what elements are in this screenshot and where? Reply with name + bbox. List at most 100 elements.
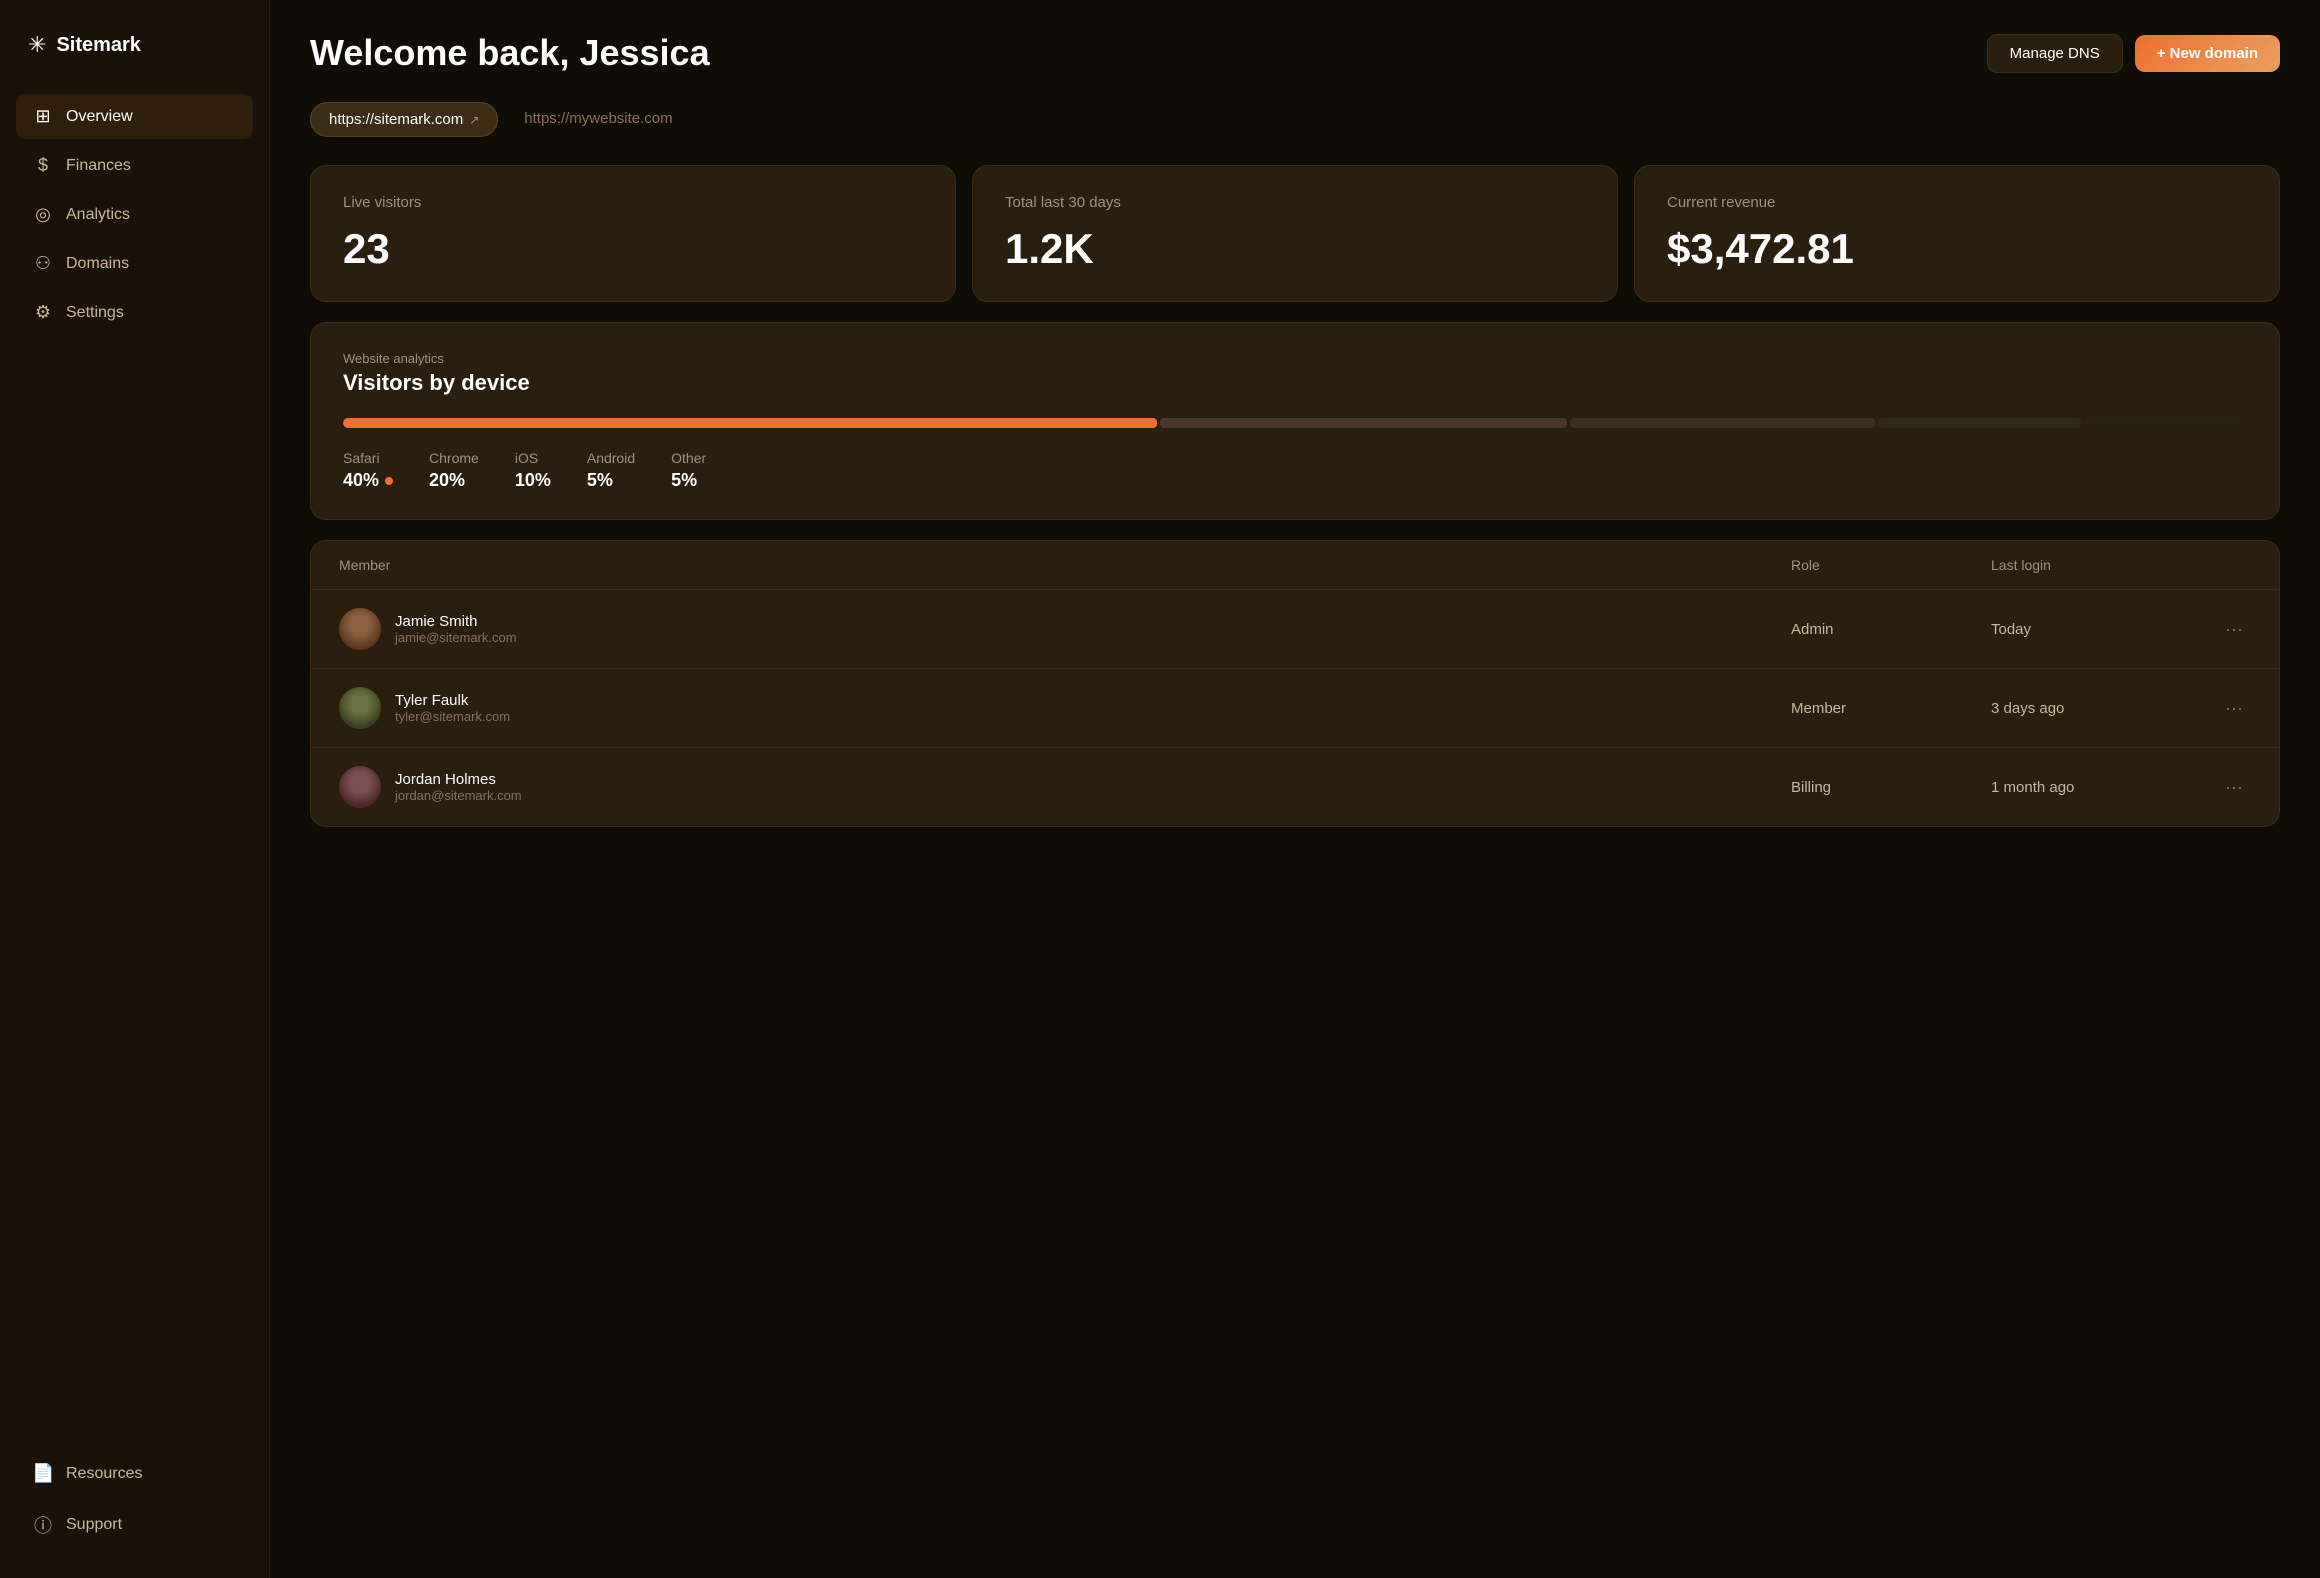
member-more-button-tyler[interactable]: ··· — [2217, 694, 2251, 723]
col-last-login: Last login — [1991, 557, 2191, 573]
member-more-button-jamie[interactable]: ··· — [2217, 615, 2251, 644]
avatar-tyler — [339, 687, 381, 729]
page-title: Welcome back, Jessica — [310, 32, 710, 74]
col-actions — [2191, 557, 2251, 573]
member-name-jordan: Jordan Holmes — [395, 771, 522, 788]
device-label-ios: iOS 10% — [515, 450, 551, 491]
sidebar-label-domains: Domains — [66, 255, 129, 273]
sidebar-item-analytics[interactable]: ◎ Analytics — [16, 192, 253, 237]
sidebar-label-support: Support — [66, 1516, 122, 1534]
member-more-button-jordan[interactable]: ··· — [2217, 773, 2251, 802]
member-name-jamie: Jamie Smith — [395, 613, 517, 630]
avatar-jamie — [339, 608, 381, 650]
live-visitors-value: 23 — [343, 225, 923, 273]
sidebar-item-resources[interactable]: 📄 Resources — [16, 1451, 253, 1496]
live-visitors-label: Live visitors — [343, 194, 923, 211]
sidebar: ✳ Sitemark ⊞ Overview $ Finances ◎ Analy… — [0, 0, 270, 1578]
member-email-tyler: tyler@sitemark.com — [395, 709, 510, 724]
member-info-tyler: Tyler Faulktyler@sitemark.com — [339, 687, 1791, 729]
member-last-login-jordan: 1 month ago — [1991, 779, 2191, 796]
stat-total-30-days: Total last 30 days 1.2K — [972, 165, 1618, 302]
device-label-android: Android 5% — [587, 450, 635, 491]
domain-tabs: https://sitemark.com ↗ https://mywebsite… — [310, 102, 2280, 137]
member-role-jamie: Admin — [1791, 621, 1991, 638]
external-link-icon: ↗ — [469, 113, 479, 127]
progress-segment-other — [2084, 418, 2247, 428]
current-revenue-label: Current revenue — [1667, 194, 2247, 211]
progress-segment-android — [1878, 418, 2081, 428]
device-progress-bar — [343, 418, 2247, 428]
progress-segment-ios — [1570, 418, 1875, 428]
sidebar-label-overview: Overview — [66, 108, 133, 126]
member-email-jordan: jordan@sitemark.com — [395, 788, 522, 803]
device-label-name-chrome: Chrome — [429, 450, 479, 466]
member-text-jamie: Jamie Smithjamie@sitemark.com — [395, 613, 517, 645]
member-text-tyler: Tyler Faulktyler@sitemark.com — [395, 692, 510, 724]
sidebar-item-domains[interactable]: ⚇ Domains — [16, 241, 253, 286]
sidebar-label-resources: Resources — [66, 1465, 142, 1483]
overview-icon: ⊞ — [32, 106, 54, 127]
progress-segment-chrome — [1160, 418, 1567, 428]
member-info-jamie: Jamie Smithjamie@sitemark.com — [339, 608, 1791, 650]
device-label-chrome: Chrome 20% — [429, 450, 479, 491]
sidebar-item-overview[interactable]: ⊞ Overview — [16, 94, 253, 139]
total-30-days-label: Total last 30 days — [1005, 194, 1585, 211]
member-role-tyler: Member — [1791, 700, 1991, 717]
col-member: Member — [339, 557, 1791, 573]
device-label-name-android: Android — [587, 450, 635, 466]
domains-icon: ⚇ — [32, 253, 54, 274]
total-30-days-value: 1.2K — [1005, 225, 1585, 273]
device-label-value-android: 5% — [587, 470, 635, 491]
domain-tab-mywebsite-label: https://mywebsite.com — [524, 110, 672, 127]
logo-text: Sitemark — [56, 34, 141, 57]
safari-dot-icon — [385, 477, 393, 485]
sidebar-item-settings[interactable]: ⚙ Settings — [16, 290, 253, 335]
member-role-jordan: Billing — [1791, 779, 1991, 796]
table-header: Member Role Last login — [311, 541, 2279, 590]
domain-tab-sitemark-label: https://sitemark.com — [329, 111, 463, 128]
new-domain-button[interactable]: + New domain — [2135, 35, 2280, 72]
main-content: Welcome back, Jessica Manage DNS + New d… — [270, 0, 2320, 1578]
sidebar-label-finances: Finances — [66, 157, 131, 175]
device-label-safari: Safari40% — [343, 450, 393, 491]
table-row-jordan: Jordan Holmesjordan@sitemark.com Billing1… — [311, 748, 2279, 826]
member-last-login-tyler: 3 days ago — [1991, 700, 2191, 717]
device-label-name-safari: Safari — [343, 450, 393, 466]
current-revenue-value: $3,472.81 — [1667, 225, 2247, 273]
analytics-title: Visitors by device — [343, 370, 2247, 396]
members-card: Member Role Last login Jamie Smithjamie@… — [310, 540, 2280, 827]
device-label-value-other: 5% — [671, 470, 706, 491]
avatar-jordan — [339, 766, 381, 808]
analytics-card: Website analytics Visitors by device Saf… — [310, 322, 2280, 520]
sidebar-nav: ⊞ Overview $ Finances ◎ Analytics ⚇ Doma… — [16, 94, 253, 339]
member-info-jordan: Jordan Holmesjordan@sitemark.com — [339, 766, 1791, 808]
header-actions: Manage DNS + New domain — [1987, 34, 2280, 73]
member-last-login-jamie: Today — [1991, 621, 2191, 638]
device-label-name-ios: iOS — [515, 450, 551, 466]
member-text-jordan: Jordan Holmesjordan@sitemark.com — [395, 771, 522, 803]
col-role: Role — [1791, 557, 1991, 573]
device-label-value-ios: 10% — [515, 470, 551, 491]
logo: ✳ Sitemark — [16, 24, 253, 66]
device-label-name-other: Other — [671, 450, 706, 466]
manage-dns-button[interactable]: Manage DNS — [1987, 34, 2123, 73]
sidebar-label-settings: Settings — [66, 304, 124, 322]
analytics-icon: ◎ — [32, 204, 54, 225]
table-row-tyler: Tyler Faulktyler@sitemark.com Member3 day… — [311, 669, 2279, 748]
sidebar-item-support[interactable]: ⓘ Support — [16, 1500, 253, 1550]
page-header: Welcome back, Jessica Manage DNS + New d… — [310, 32, 2280, 74]
device-labels: Safari40% Chrome 20% iOS 10% Android 5% Other 5% — [343, 450, 2247, 491]
stats-row: Live visitors 23 Total last 30 days 1.2K… — [310, 165, 2280, 302]
device-label-value-chrome: 20% — [429, 470, 479, 491]
domain-tab-sitemark[interactable]: https://sitemark.com ↗ — [310, 102, 498, 137]
member-email-jamie: jamie@sitemark.com — [395, 630, 517, 645]
sidebar-label-analytics: Analytics — [66, 206, 130, 224]
resources-icon: 📄 — [32, 1463, 54, 1484]
settings-icon: ⚙ — [32, 302, 54, 323]
progress-segment-safari — [343, 418, 1157, 428]
sidebar-bottom: 📄 Resources ⓘ Support — [16, 1451, 253, 1554]
domain-tab-mywebsite[interactable]: https://mywebsite.com — [506, 102, 690, 137]
sidebar-item-finances[interactable]: $ Finances — [16, 143, 253, 188]
logo-icon: ✳ — [28, 32, 46, 58]
members-table-body: Jamie Smithjamie@sitemark.com AdminToday ·… — [311, 590, 2279, 826]
